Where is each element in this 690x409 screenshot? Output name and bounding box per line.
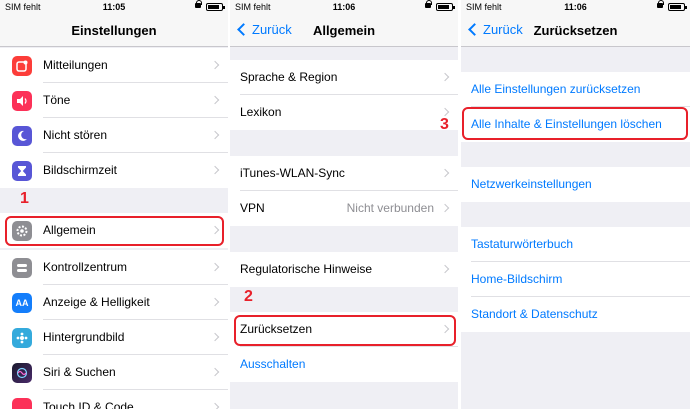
clock: 11:06 [332, 2, 356, 12]
settings-item-label: Töne [43, 93, 71, 107]
settings-item-label: Hintergrundbild [43, 330, 125, 344]
clock: 11:06 [564, 2, 587, 12]
clock: 11:05 [102, 2, 126, 12]
battery-icon [206, 3, 225, 11]
chevron-right-icon [210, 262, 220, 272]
status-bar: SIM fehlt 11:05 [0, 0, 228, 14]
step-number-2: 2 [244, 288, 253, 305]
settings-item-label: Mitteilungen [43, 58, 108, 72]
chevron-right-icon [210, 332, 220, 342]
settings-item-touch-id[interactable]: Touch ID & Code [0, 390, 228, 409]
notifications-icon [12, 56, 32, 76]
reset-network-button[interactable]: Netzwerkeinstellungen [461, 167, 690, 202]
vpn-status: Nicht verbunden [346, 201, 434, 215]
settings-item-mitteilungen[interactable]: Mitteilungen [0, 48, 228, 83]
reset-item-label: Netzwerkeinstellungen [471, 177, 592, 191]
settings-item-label: Touch ID & Code [43, 400, 134, 409]
reset-keyboard-dictionary-button[interactable]: Tastaturwörterbuch [461, 227, 690, 262]
settings-item-label: Nicht stören [43, 128, 108, 142]
settings-item-nicht-stoeren[interactable]: Nicht stören [0, 118, 228, 153]
chevron-right-icon [210, 130, 220, 140]
step-number-1: 1 [20, 190, 29, 207]
reset-item-label: Alle Einstellungen zurücksetzen [471, 82, 641, 96]
step-number-3: 3 [440, 116, 449, 133]
shutdown-button[interactable]: Ausschalten [230, 347, 458, 382]
hourglass-icon [12, 161, 32, 181]
chevron-right-icon [210, 60, 220, 70]
chevron-right-icon [440, 168, 450, 178]
fingerprint-icon [12, 398, 32, 409]
chevron-right-icon [440, 203, 450, 213]
chevron-right-icon [210, 402, 220, 409]
chevron-right-icon [210, 165, 220, 175]
toggles-icon [12, 258, 32, 278]
status-bar: SIM fehlt 11:06 [230, 0, 458, 14]
navigation-bar: Einstellungen [0, 14, 228, 47]
lock-rotation-icon [657, 0, 664, 8]
settings-item-kontrollzentrum[interactable]: Kontrollzentrum [0, 250, 228, 285]
page-title: Zurücksetzen [533, 23, 618, 38]
chevron-right-icon [210, 367, 220, 377]
page-title: Allgemein [312, 23, 376, 38]
general-item-regulatorisch[interactable]: Regulatorische Hinweise [230, 252, 458, 287]
general-item-lexikon[interactable]: Lexikon [230, 95, 458, 130]
general-item-label: Regulatorische Hinweise [240, 262, 373, 276]
battery-icon [436, 3, 455, 11]
sounds-icon [12, 91, 32, 111]
settings-item-label: Bildschirmzeit [43, 163, 118, 177]
lock-rotation-icon [425, 0, 432, 8]
lock-rotation-icon [195, 0, 202, 8]
general-item-label: VPN [240, 201, 265, 215]
general-item-label: Lexikon [240, 105, 282, 119]
display-icon: AA [12, 293, 32, 313]
settings-item-label: Siri & Suchen [43, 365, 116, 379]
general-item-sprache[interactable]: Sprache & Region [230, 60, 458, 95]
moon-icon [12, 126, 32, 146]
highlight-box-allgemein [5, 216, 224, 246]
wallpaper-icon [12, 328, 32, 348]
reset-item-label: Standort & Datenschutz [471, 307, 598, 321]
general-item-itunes-sync[interactable]: iTunes-WLAN-Sync [230, 156, 458, 191]
settings-item-label: Kontrollzentrum [43, 260, 128, 274]
siri-icon [12, 363, 32, 383]
reset-location-privacy-button[interactable]: Standort & Datenschutz [461, 297, 690, 332]
navigation-bar: Zurück Zurücksetzen [461, 14, 690, 47]
settings-item-label: Anzeige & Helligkeit [43, 295, 150, 309]
battery-icon [668, 3, 687, 11]
chevron-right-icon [440, 264, 450, 274]
highlight-box-zuruecksetzen [234, 315, 456, 346]
general-screen: SIM fehlt 11:06 Zurück Allgemein Sprache… [230, 0, 458, 409]
general-item-vpn[interactable]: VPN Nicht verbunden [230, 191, 458, 226]
reset-home-screen-button[interactable]: Home-Bildschirm [461, 262, 690, 297]
highlight-box-erase-all [462, 107, 688, 140]
reset-item-label: Home-Bildschirm [471, 272, 563, 286]
general-item-label: Sprache & Region [240, 70, 338, 84]
reset-screen: SIM fehlt 11:06 Zurück Zurücksetzen Alle… [461, 0, 690, 409]
reset-item-label: Tastaturwörterbuch [471, 237, 574, 251]
chevron-right-icon [440, 107, 450, 117]
settings-screen: SIM fehlt 11:05 Einstellungen Mitteilung… [0, 0, 228, 409]
reset-all-settings-button[interactable]: Alle Einstellungen zurücksetzen [461, 72, 690, 107]
shutdown-label: Ausschalten [240, 357, 306, 371]
settings-item-anzeige[interactable]: AA Anzeige & Helligkeit [0, 285, 228, 320]
page-title: Einstellungen [71, 23, 157, 38]
navigation-bar: Zurück Allgemein [230, 14, 458, 47]
settings-item-hintergrundbild[interactable]: Hintergrundbild [0, 320, 228, 355]
settings-item-toene[interactable]: Töne [0, 83, 228, 118]
general-item-label: iTunes-WLAN-Sync [240, 166, 345, 180]
chevron-right-icon [440, 72, 450, 82]
chevron-right-icon [210, 95, 220, 105]
settings-item-bildschirmzeit[interactable]: Bildschirmzeit [0, 153, 228, 188]
chevron-right-icon [210, 297, 220, 307]
settings-item-siri[interactable]: Siri & Suchen [0, 355, 228, 390]
status-bar: SIM fehlt 11:06 [461, 0, 690, 14]
